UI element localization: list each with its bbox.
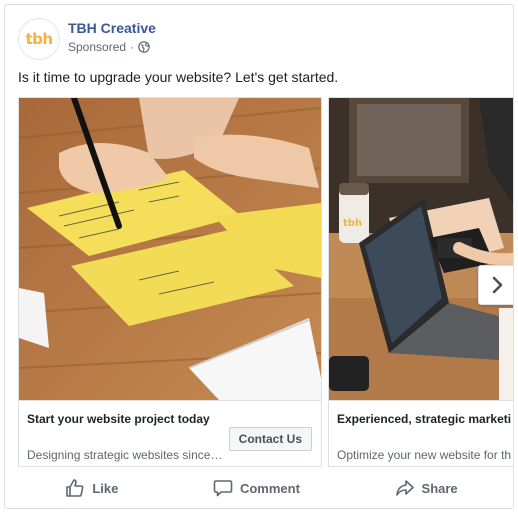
comment-label: Comment [239, 480, 300, 496]
post-text: Is it time to upgrade your website? Let'… [18, 69, 339, 85]
comment-button[interactable]: Comment [213, 478, 300, 498]
carousel-card-1[interactable]: Start your website project today Designi… [18, 97, 322, 467]
carousel-caption-2: Experienced, strategic marketi Optimize … [329, 400, 513, 466]
carousel-image-1[interactable] [19, 98, 321, 400]
carousel-caption-1: Start your website project today Designi… [19, 400, 321, 466]
thumbs-up-icon [66, 479, 84, 497]
contact-us-button[interactable]: Contact Us [228, 427, 312, 451]
like-label: Like [92, 480, 119, 496]
post-meta: Sponsored · [68, 40, 150, 54]
svg-text:tbh: tbh [343, 218, 362, 229]
sponsored-post-card: tbh TBH Creative Sponsored · Is it time … [4, 4, 514, 509]
post-action-bar: Like Comment Share [18, 473, 505, 503]
share-button[interactable]: Share [395, 478, 458, 498]
carousel-next-button[interactable] [478, 265, 513, 305]
comment-icon [213, 480, 233, 497]
like-button[interactable]: Like [65, 478, 118, 498]
carousel-headline-1[interactable]: Start your website project today [27, 412, 210, 426]
globe-icon [138, 41, 150, 53]
carousel-image-2[interactable]: tbh [329, 98, 513, 400]
carousel-headline-2[interactable]: Experienced, strategic marketi [337, 412, 511, 426]
share-label: Share [421, 480, 458, 496]
ad-carousel: Start your website project today Designi… [18, 97, 513, 467]
avatar-logo: tbh [25, 30, 53, 48]
meta-separator: · [130, 40, 135, 54]
sponsored-label[interactable]: Sponsored [68, 40, 126, 54]
carousel-description-2: Optimize your new website for th [337, 448, 512, 462]
chevron-right-icon [492, 276, 503, 294]
post-header: tbh TBH Creative Sponsored · [18, 18, 503, 60]
avatar[interactable]: tbh [18, 18, 60, 60]
page-name-link[interactable]: TBH Creative [68, 20, 156, 36]
carousel-description-1: Designing strategic websites since… [27, 448, 223, 462]
share-icon [395, 480, 414, 496]
